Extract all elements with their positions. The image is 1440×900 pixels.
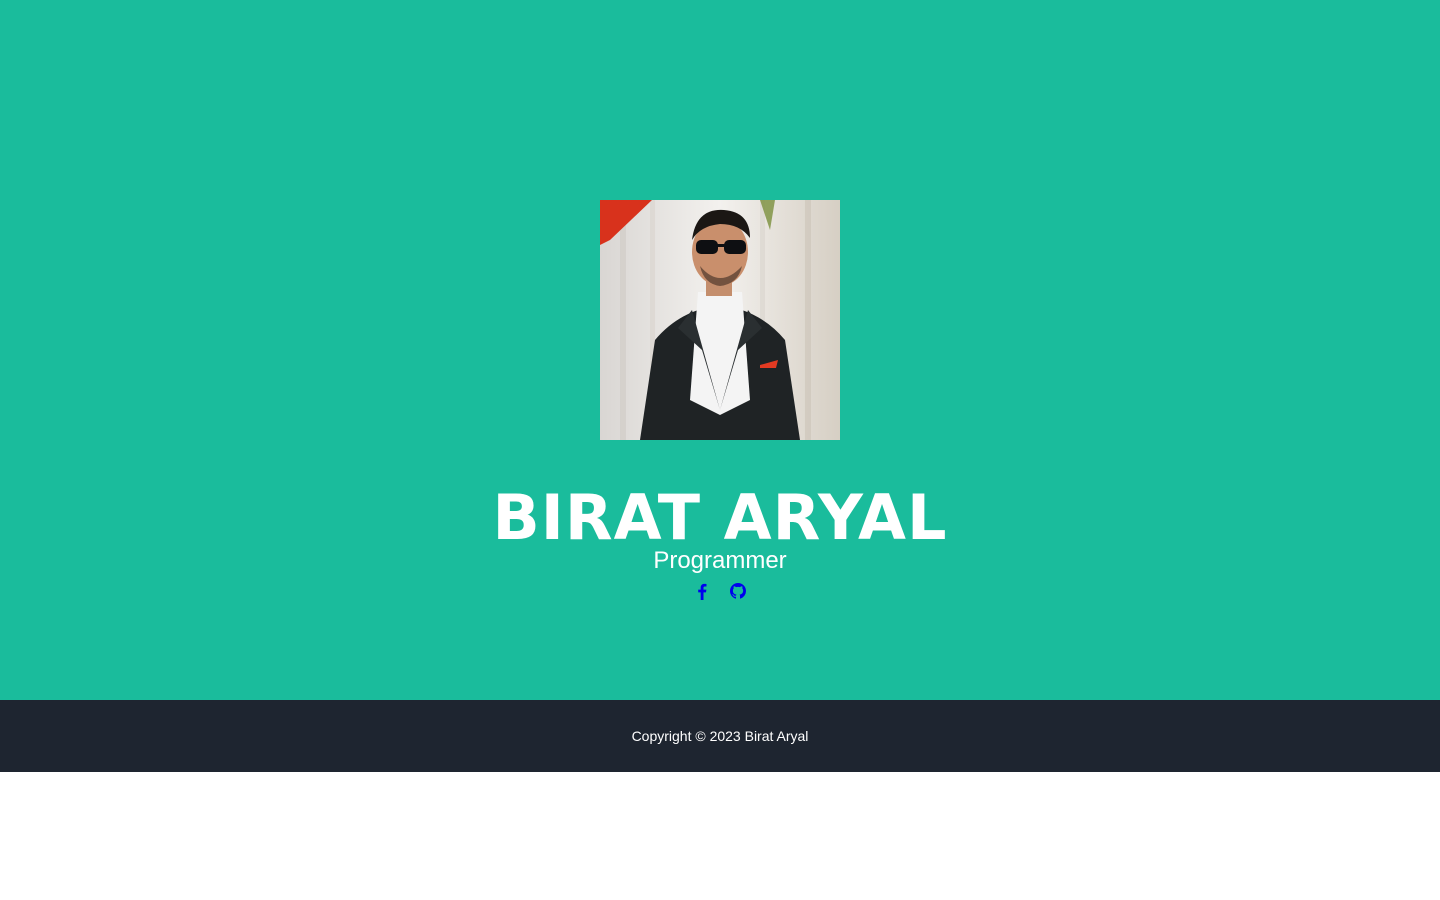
profile-photo [600, 200, 840, 440]
copyright-text: Copyright © 2023 Birat Aryal [631, 728, 809, 744]
hero-section: BIRAT ARYAL Programmer [0, 0, 1440, 700]
profile-photo-illustration [600, 200, 840, 440]
facebook-icon [698, 583, 707, 600]
github-link[interactable] [730, 582, 746, 600]
facebook-link[interactable] [694, 582, 710, 600]
footer: Copyright © 2023 Birat Aryal [0, 700, 1440, 772]
social-links [0, 582, 1440, 602]
person-role: Programmer [653, 547, 787, 574]
github-icon [730, 583, 746, 599]
